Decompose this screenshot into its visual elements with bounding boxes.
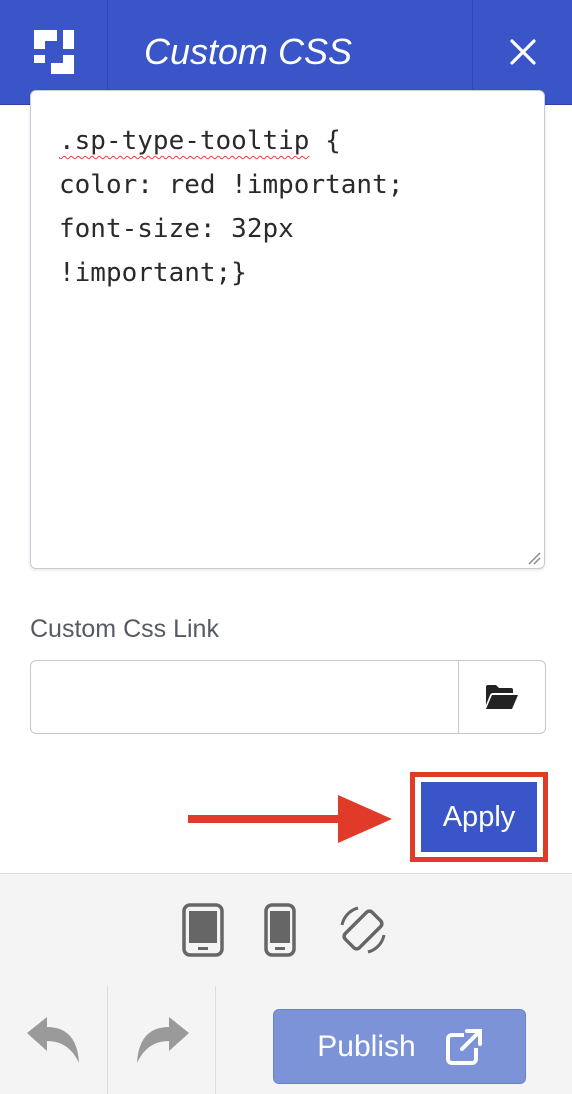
close-icon (509, 39, 536, 65)
browse-files-button[interactable] (458, 661, 545, 733)
undo-button[interactable] (0, 986, 108, 1094)
builder-logo-icon (33, 30, 74, 74)
external-link-icon (445, 1028, 482, 1065)
publish-label: Publish (317, 1029, 416, 1063)
apply-highlight: Apply (410, 772, 548, 862)
redo-icon (136, 1017, 189, 1063)
custom-css-link-field (30, 660, 546, 734)
code-line-3: font-size: 32px (59, 214, 294, 244)
resize-handle-icon[interactable] (525, 549, 541, 565)
device-preview-bar (0, 873, 572, 987)
panel-title: Custom CSS (144, 31, 353, 72)
close-button[interactable] (472, 0, 572, 104)
code-line-2: color: red !important; (59, 170, 404, 200)
custom-css-link-input[interactable] (31, 661, 458, 733)
css-code-text[interactable]: .sp-type-tooltip { color: red !important;… (59, 119, 509, 295)
undo-icon (26, 1017, 79, 1063)
rotate-view-button[interactable] (336, 903, 390, 957)
tablet-icon (182, 903, 224, 957)
spellcheck-word: .sp-type-tooltip (59, 126, 310, 156)
custom-css-link-label: Custom Css Link (30, 615, 219, 643)
css-code-editor[interactable]: .sp-type-tooltip { color: red !important;… (30, 90, 545, 569)
code-line-1: .sp-type-tooltip { (59, 126, 341, 156)
arrow-pointer-icon (188, 795, 392, 843)
code-line-4: !important;} (59, 258, 247, 288)
bottom-toolbar: Publish (0, 986, 572, 1094)
mobile-icon (264, 903, 296, 957)
logo[interactable] (0, 0, 108, 104)
folder-open-icon (486, 685, 518, 709)
publish-button[interactable]: Publish (273, 1009, 526, 1084)
rotate-screen-icon (340, 906, 386, 954)
tablet-view-button[interactable] (182, 903, 224, 957)
redo-button[interactable] (108, 986, 216, 1094)
apply-button[interactable]: Apply (421, 782, 537, 852)
mobile-view-button[interactable] (264, 903, 296, 957)
